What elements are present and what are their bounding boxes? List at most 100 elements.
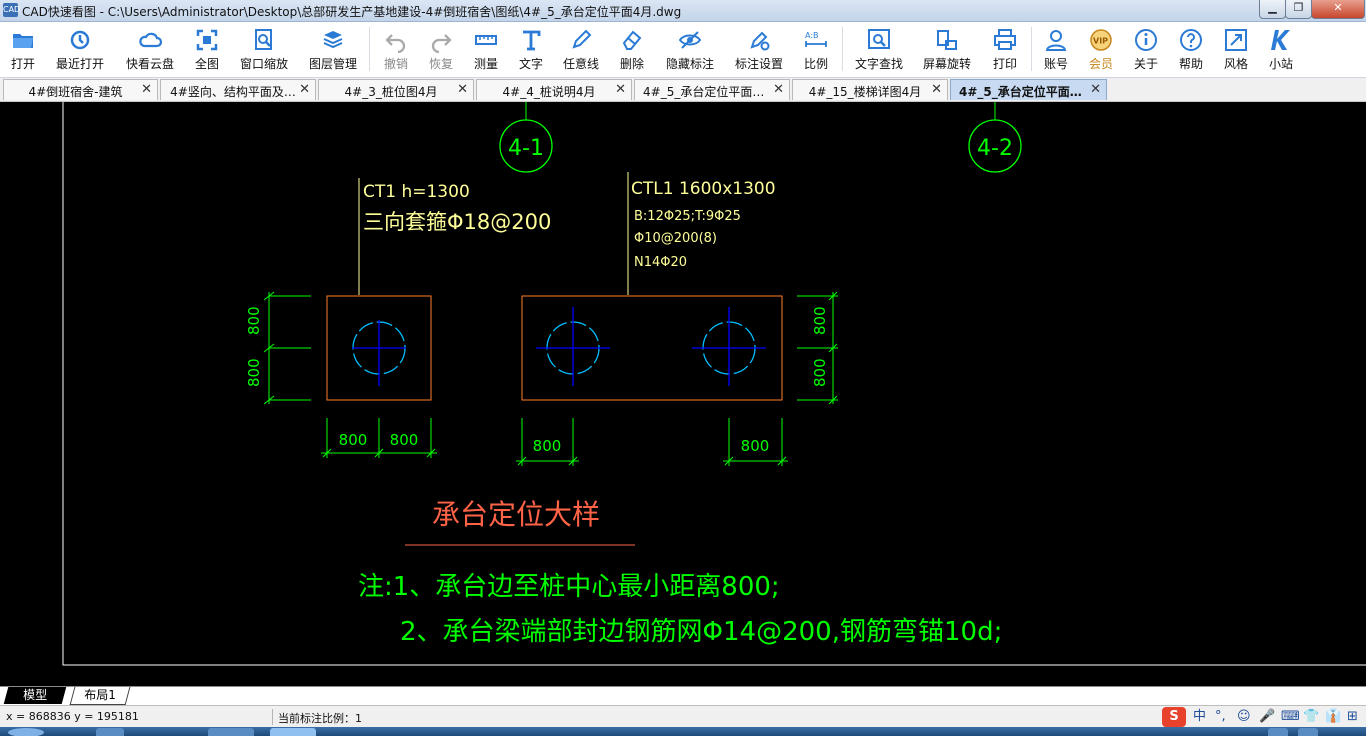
main-toolbar: 打开 最近打开 快看云盘 全图 窗口缩放 图层管理 撤销 恢复 测量 文字 任意… xyxy=(0,22,1366,78)
ratio-icon: A:B xyxy=(805,31,827,47)
grid-icon[interactable]: ⊞ xyxy=(1347,709,1358,724)
tab-label: 4#_5_承台定位平面4月 xyxy=(643,85,771,99)
dim-settings-label: 标注设置 xyxy=(734,57,783,71)
erase-button[interactable]: 删除 xyxy=(612,22,652,77)
ratio-button[interactable]: A:B 比例 xyxy=(797,22,835,77)
document-tab-bar: 4#倒班宿舍-建筑 ✕ 4#竖向、结构平面及… ✕ 4#_3_桩位图4月 ✕ 4… xyxy=(0,78,1366,102)
tab-stair-detail[interactable]: 4#_15_楼梯详图4月 ✕ xyxy=(792,79,948,100)
site-button[interactable]: 小站 xyxy=(1261,22,1301,77)
svg-text:VIP: VIP xyxy=(1093,37,1108,46)
zoom-window-button[interactable]: 窗口缩放 xyxy=(234,22,294,77)
layout-tab-bar: 模型 布局1 xyxy=(0,686,1366,705)
help-button[interactable]: 帮助 xyxy=(1171,22,1211,77)
fit-all-button[interactable]: 全图 xyxy=(187,22,227,77)
sogou-logo-icon[interactable]: S xyxy=(1162,707,1186,727)
layers-button[interactable]: 图层管理 xyxy=(303,22,363,77)
dim-left-top: 800 xyxy=(245,306,263,335)
vip-icon: VIP xyxy=(1090,29,1112,51)
measure-icon xyxy=(475,35,497,45)
taskbar-tray-item[interactable] xyxy=(1268,728,1288,736)
shirt-icon[interactable]: 👔 xyxy=(1325,709,1341,724)
hide-annotations-button[interactable]: 隐藏标注 xyxy=(660,22,720,77)
keyboard-icon[interactable]: ⌨ xyxy=(1281,709,1300,724)
tab-close-icon[interactable]: ✕ xyxy=(457,82,468,97)
tab-model[interactable]: 模型 xyxy=(3,687,67,704)
recent-button[interactable]: 最近打开 xyxy=(50,22,110,77)
note-1: 注:1、承台边至桩中心最小距离800; xyxy=(358,572,780,602)
hide-annotations-label: 隐藏标注 xyxy=(665,57,714,71)
tab-cap-plan[interactable]: 4#_5_承台定位平面4月 ✕ xyxy=(634,79,790,100)
text-label: 文字 xyxy=(518,57,543,71)
pile-2 xyxy=(536,307,610,386)
skin-icon[interactable]: 👕 xyxy=(1303,709,1319,724)
vip-label: 会员 xyxy=(1088,57,1113,71)
help-label: 帮助 xyxy=(1178,57,1203,71)
cloud-button[interactable]: 快看云盘 xyxy=(120,22,180,77)
tab-label: 4#竖向、结构平面及… xyxy=(170,85,296,99)
taskbar-tray-item[interactable] xyxy=(1298,728,1318,736)
taskbar-item[interactable] xyxy=(96,728,124,736)
taskbar-item-active[interactable] xyxy=(270,728,316,736)
cloud-icon xyxy=(139,32,163,48)
about-button[interactable]: 关于 xyxy=(1126,22,1166,77)
vip-button[interactable]: VIP 会员 xyxy=(1081,22,1121,77)
redo-button[interactable]: 恢复 xyxy=(421,22,461,77)
axis-label-4-1: 4-1 xyxy=(508,136,544,161)
close-window-button[interactable]: ✕ xyxy=(1311,0,1365,19)
ime-chinese-mode[interactable]: 中 xyxy=(1193,709,1206,724)
drawing-canvas[interactable]: 4-1 4-2 CT1 h=1300 三向套箍Φ18@200 CTL1 1600… xyxy=(0,102,1366,686)
microphone-icon[interactable]: 🎤 xyxy=(1259,709,1275,724)
folder-icon xyxy=(13,34,33,48)
print-button[interactable]: 打印 xyxy=(985,22,1025,77)
tab-close-icon[interactable]: ✕ xyxy=(773,82,784,97)
dim-right-bottom: 800 xyxy=(811,358,829,387)
tab-label: 4#倒班宿舍-建筑 xyxy=(28,85,123,99)
tab-close-icon[interactable]: ✕ xyxy=(141,82,152,97)
text-search-button[interactable]: 文字查找 xyxy=(849,22,909,77)
tab-close-icon[interactable]: ✕ xyxy=(299,82,310,97)
tab-close-icon[interactable]: ✕ xyxy=(615,82,626,97)
undo-button[interactable]: 撤销 xyxy=(376,22,416,77)
tab-architecture[interactable]: 4#倒班宿舍-建筑 ✕ xyxy=(3,79,158,100)
taskbar-item[interactable] xyxy=(208,728,254,736)
tab-label: 4#_3_桩位图4月 xyxy=(344,85,438,99)
tab-pile-position[interactable]: 4#_3_桩位图4月 ✕ xyxy=(318,79,474,100)
tab-cap-plan-active[interactable]: 4#_5_承台定位平面4月 ✕ xyxy=(950,79,1107,100)
detail-heading: 承台定位大样 xyxy=(432,498,600,531)
k-logo-icon xyxy=(1271,30,1290,50)
tab-close-icon[interactable]: ✕ xyxy=(931,82,942,97)
tab-structure-plan[interactable]: 4#竖向、结构平面及… ✕ xyxy=(160,79,316,100)
tab-label: 4#_5_承台定位平面4月 xyxy=(959,85,1088,99)
rotate-screen-button[interactable]: 屏幕旋转 xyxy=(917,22,977,77)
tab-pile-notes[interactable]: 4#_4_桩说明4月 ✕ xyxy=(476,79,632,100)
dim-settings-button[interactable]: 标注设置 xyxy=(729,22,789,77)
tab-close-icon[interactable]: ✕ xyxy=(1090,82,1101,97)
ime-punctuation[interactable]: °, xyxy=(1215,709,1226,724)
tab-layout1[interactable]: 布局1 xyxy=(69,687,131,705)
left-vertical-dimension xyxy=(263,291,311,405)
eraser-icon xyxy=(622,30,642,50)
fit-all-label: 全图 xyxy=(194,57,219,71)
freeline-button[interactable]: 任意线 xyxy=(558,22,604,77)
tab-model-label: 模型 xyxy=(23,688,48,702)
style-button[interactable]: 风格 xyxy=(1216,22,1256,77)
rotate-screen-icon xyxy=(937,30,957,50)
start-orb-icon[interactable] xyxy=(8,728,44,736)
drawing-svg[interactable]: 4-1 4-2 CT1 h=1300 三向套箍Φ18@200 CTL1 1600… xyxy=(0,102,1366,686)
account-button[interactable]: 账号 xyxy=(1036,22,1076,77)
toolbar-separator xyxy=(369,27,370,71)
status-bar: x = 868836 y = 195181 当前标注比例：1 S 中 °, ☺ … xyxy=(0,705,1366,728)
dim-ct1-right: 800 xyxy=(390,431,419,449)
printer-icon xyxy=(994,29,1016,50)
measure-button[interactable]: 测量 xyxy=(466,22,506,77)
minimize-button[interactable]: ▁ xyxy=(1259,0,1286,19)
open-button[interactable]: 打开 xyxy=(2,22,44,77)
ctl1-label-1: CTL1 1600x1300 xyxy=(631,179,776,199)
text-button[interactable]: 文字 xyxy=(511,22,551,77)
emoji-icon[interactable]: ☺ xyxy=(1237,709,1251,724)
maximize-button[interactable]: ❐ xyxy=(1285,0,1312,19)
redo-label: 恢复 xyxy=(428,57,453,71)
ratio-label: 比例 xyxy=(803,57,828,71)
text-search-label: 文字查找 xyxy=(854,57,903,71)
cursor-coordinates: x = 868836 y = 195181 xyxy=(6,710,139,723)
